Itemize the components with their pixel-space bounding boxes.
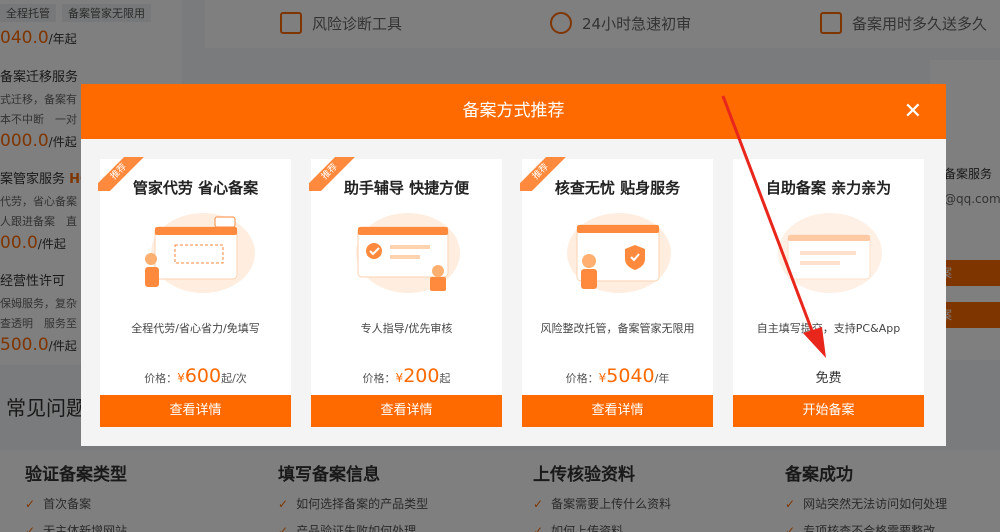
card-description: 风险整改托管，备案管家无限用 <box>540 322 695 335</box>
card-price: 价格：¥200起 <box>362 365 451 387</box>
assistant-illustration-icon <box>356 213 460 293</box>
card-description: 自主填写提交，支持PC&App <box>756 322 901 335</box>
method-card-assistant: 推荐 助手辅导 快捷方便 专人指导/优先审核 价格：¥200起 查看详情 <box>309 157 502 427</box>
start-filing-button[interactable]: 开始备案 <box>733 395 924 427</box>
card-price: 价格：¥600起/次 <box>144 365 247 387</box>
dialog-header: 备案方式推荐 ✕ <box>81 84 946 139</box>
method-card-self-service: 自助备案 亲力亲为 自主填写提交，支持PC&App 免费 开始备案 <box>733 159 924 427</box>
card-price: 价格：¥5040/年 <box>565 365 670 387</box>
card-title: 助手辅导 快捷方便 <box>343 179 470 197</box>
free-label: 免费 <box>815 371 842 386</box>
method-card-managed: 推荐 管家代劳 省心备案 全程代劳/省心省力/免填写 价格：¥600起/次 查看… <box>98 157 291 427</box>
view-details-button[interactable]: 查看详情 <box>100 395 291 427</box>
close-icon[interactable]: ✕ <box>904 84 922 139</box>
inspection-illustration-icon <box>567 213 671 293</box>
dialog-title: 备案方式推荐 <box>462 101 565 121</box>
self-service-illustration-icon <box>778 213 882 293</box>
card-description: 专人指导/优先审核 <box>360 322 453 335</box>
card-description: 全程代劳/省心省力/免填写 <box>131 322 260 335</box>
card-title: 自助备案 亲力亲为 <box>765 179 892 197</box>
managed-illustration-icon <box>145 213 255 293</box>
filing-method-dialog: 备案方式推荐 ✕ 推荐 管家代劳 省心备案 全程代劳/省心省力/免填写 价格：¥… <box>81 84 946 446</box>
view-details-button[interactable]: 查看详情 <box>522 395 713 427</box>
method-card-inspection: 推荐 核查无忧 贴身服务 风险整改托管，备案管家无限用 价格：¥5040/年 查… <box>520 157 713 427</box>
view-details-button[interactable]: 查看详情 <box>311 395 502 427</box>
card-title: 管家代劳 省心备案 <box>132 179 259 197</box>
card-title: 核查无忧 贴身服务 <box>554 179 681 197</box>
